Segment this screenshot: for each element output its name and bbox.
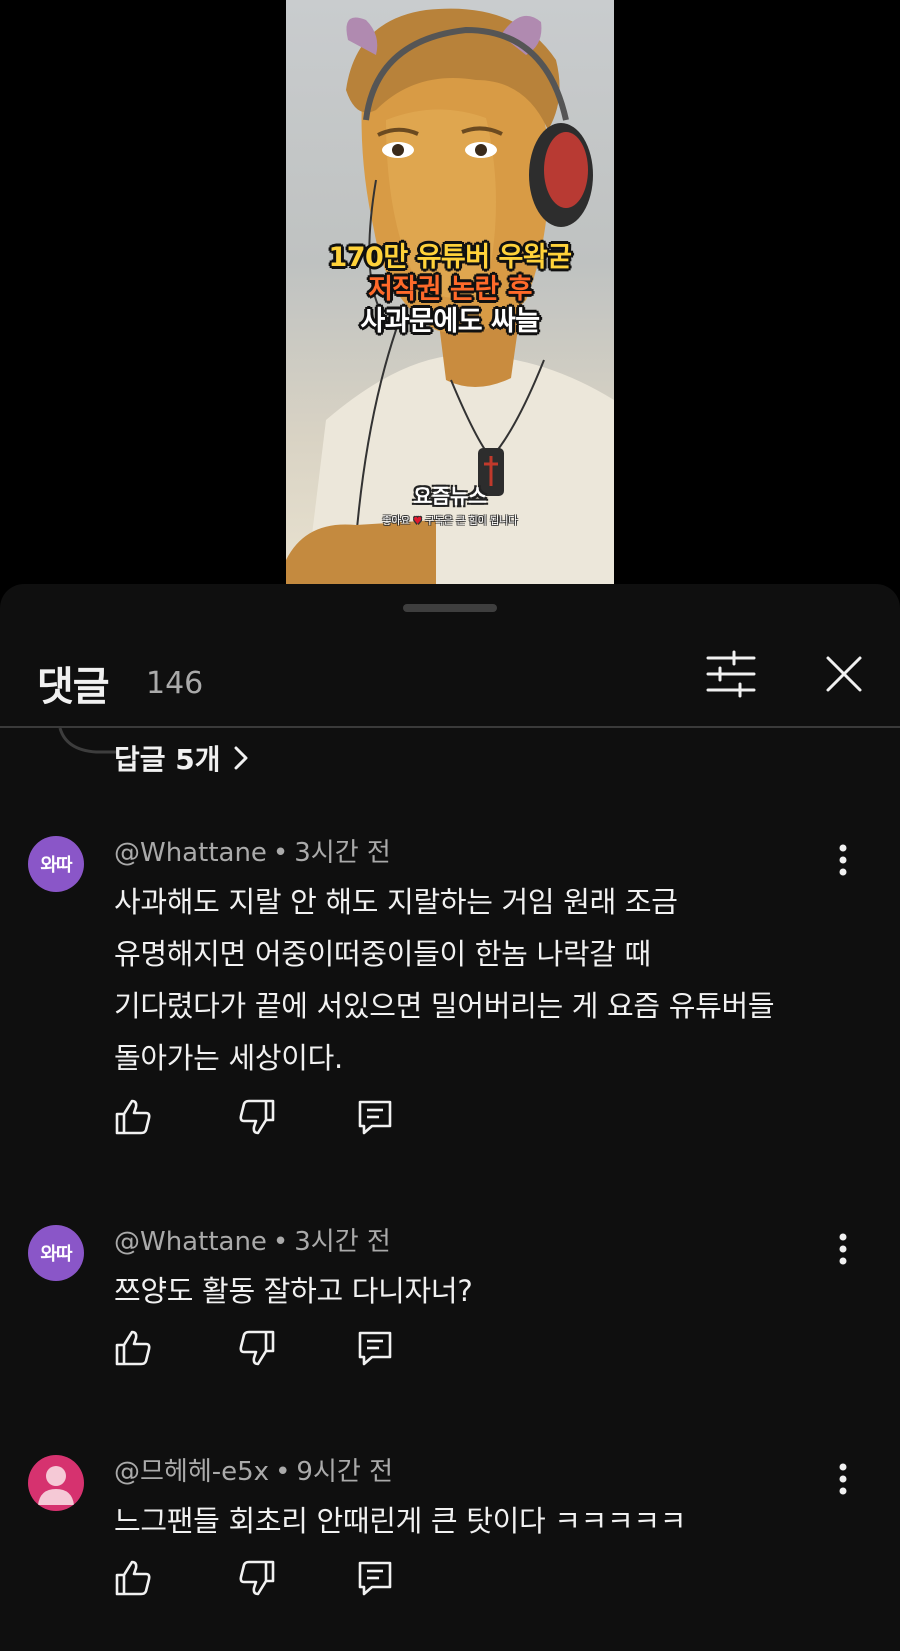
comment-text: 쯔양도 활동 잘하고 다니자너? <box>114 1265 834 1317</box>
comment-author[interactable]: @Whattane <box>114 1227 267 1257</box>
avatar-text: 와따 <box>40 1244 72 1265</box>
separator-dot: • <box>272 838 289 868</box>
comment-time: 3시간 전 <box>294 838 391 868</box>
video-overlay-title: 170만 유튜버 우왁굳 저작권 논란 후 사과문에도 싸늘 <box>286 242 614 338</box>
avatar[interactable]: 와따 <box>28 1225 84 1281</box>
comment-author[interactable]: @Whattane <box>114 838 267 868</box>
comment-author[interactable]: @므헤헤-e5x <box>114 1457 269 1487</box>
avatar[interactable] <box>28 1455 84 1511</box>
overlay-line: 170만 유튜버 우왁굳 <box>328 242 572 273</box>
view-replies-label: 답글 5개 <box>114 743 221 776</box>
video-player[interactable]: 170만 유튜버 우왁굳 저작권 논란 후 사과문에도 싸늘 요즘뉴스 좋아요 … <box>0 0 900 584</box>
brand-sub-text: 구독은 큰 힘이 됩니다 <box>425 516 518 527</box>
comment-item: 와따 @Whattane • 3시간 전 쯔양도 활동 잘하고 다니자너? <box>0 1221 900 1401</box>
chevron-right-icon <box>234 746 248 770</box>
brand-sub-text: 좋아요 <box>382 516 410 527</box>
brand-subtitle: 좋아요 ♥ 구독은 큰 힘이 됩니다 <box>286 512 614 527</box>
avatar-text: 와따 <box>40 855 72 876</box>
reply-icon[interactable] <box>356 1329 394 1367</box>
reply-icon[interactable] <box>356 1559 394 1597</box>
comment-time: 3시간 전 <box>294 1227 391 1257</box>
separator-dot: • <box>272 1227 289 1257</box>
drag-handle[interactable] <box>403 604 497 612</box>
comment-meta: @므헤헤-e5x • 9시간 전 <box>114 1451 393 1488</box>
comment-meta: @Whattane • 3시간 전 <box>114 1221 391 1258</box>
comments-sheet: 댓글 146 답글 5개 와따 @Whattane • 3시간 전 사과해도 지… <box>0 584 900 1651</box>
like-icon[interactable] <box>114 1559 152 1597</box>
like-icon[interactable] <box>114 1329 152 1367</box>
comment-actions <box>114 1559 414 1599</box>
close-icon <box>826 656 862 692</box>
comment-time: 9시간 전 <box>296 1457 393 1487</box>
comments-header: 댓글 146 <box>0 624 900 728</box>
close-button[interactable] <box>818 648 870 700</box>
comment-line: 느그팬들 회초리 안때린게 큰 탓이다 ㅋㅋㅋㅋㅋ <box>114 1504 687 1538</box>
more-options-icon[interactable] <box>828 1459 858 1499</box>
comment-meta: @Whattane • 3시간 전 <box>114 832 391 869</box>
sort-filter-button[interactable] <box>704 650 758 698</box>
comment-actions <box>114 1329 414 1369</box>
overlay-line: 사과문에도 싸늘 <box>360 306 540 337</box>
dislike-icon[interactable] <box>238 1329 276 1367</box>
comment-line: 사과해도 지랄 안 해도 지랄하는 거임 원래 조금 <box>114 885 678 919</box>
comment-text: 느그팬들 회초리 안때린게 큰 탓이다 ㅋㅋㅋㅋㅋ <box>114 1495 834 1547</box>
more-options-icon[interactable] <box>828 840 858 880</box>
comments-title: 댓글 <box>37 664 110 710</box>
comment-line: 유명해지면 어중이떠중이들이 한놈 나락갈 때 <box>114 937 651 971</box>
dislike-icon[interactable] <box>238 1098 276 1136</box>
comment-item: @므헤헤-e5x • 9시간 전 느그팬들 회초리 안때린게 큰 탓이다 ㅋㅋㅋㅋㅋ <box>0 1451 900 1631</box>
video-thumbnail[interactable]: 170만 유튜버 우왁굳 저작권 논란 후 사과문에도 싸늘 요즘뉴스 좋아요 … <box>286 0 614 584</box>
like-icon[interactable] <box>114 1098 152 1136</box>
avatar[interactable]: 와따 <box>28 836 84 892</box>
replies-row: 답글 5개 <box>0 728 900 788</box>
comments-count: 146 <box>146 666 204 701</box>
comment-line: 쯔양도 활동 잘하고 다니자너? <box>114 1274 473 1308</box>
heart-icon: ♥ <box>413 516 423 527</box>
reply-thread-line <box>58 728 116 754</box>
more-options-icon[interactable] <box>828 1229 858 1269</box>
comment-line: 돌아가는 세상이다. <box>114 1041 343 1075</box>
reply-icon[interactable] <box>356 1098 394 1136</box>
sliders-icon <box>706 650 756 698</box>
comment-actions <box>114 1098 414 1138</box>
comment-text: 사과해도 지랄 안 해도 지랄하는 거임 원래 조금 유명해지면 어중이떠중이들… <box>114 876 834 1084</box>
separator-dot: • <box>275 1457 291 1487</box>
comment-line: 기다렸다가 끝에 서있으면 밀어버리는 게 요즘 유튜버들 <box>114 989 775 1023</box>
default-avatar-icon <box>38 1466 74 1505</box>
channel-brand: 요즘뉴스 <box>413 484 487 508</box>
dislike-icon[interactable] <box>238 1559 276 1597</box>
view-replies-link[interactable]: 답글 5개 <box>114 738 249 778</box>
overlay-line: 저작권 논란 후 <box>368 274 532 305</box>
comment-item: 와따 @Whattane • 3시간 전 사과해도 지랄 안 해도 지랄하는 거임 … <box>0 832 900 1135</box>
